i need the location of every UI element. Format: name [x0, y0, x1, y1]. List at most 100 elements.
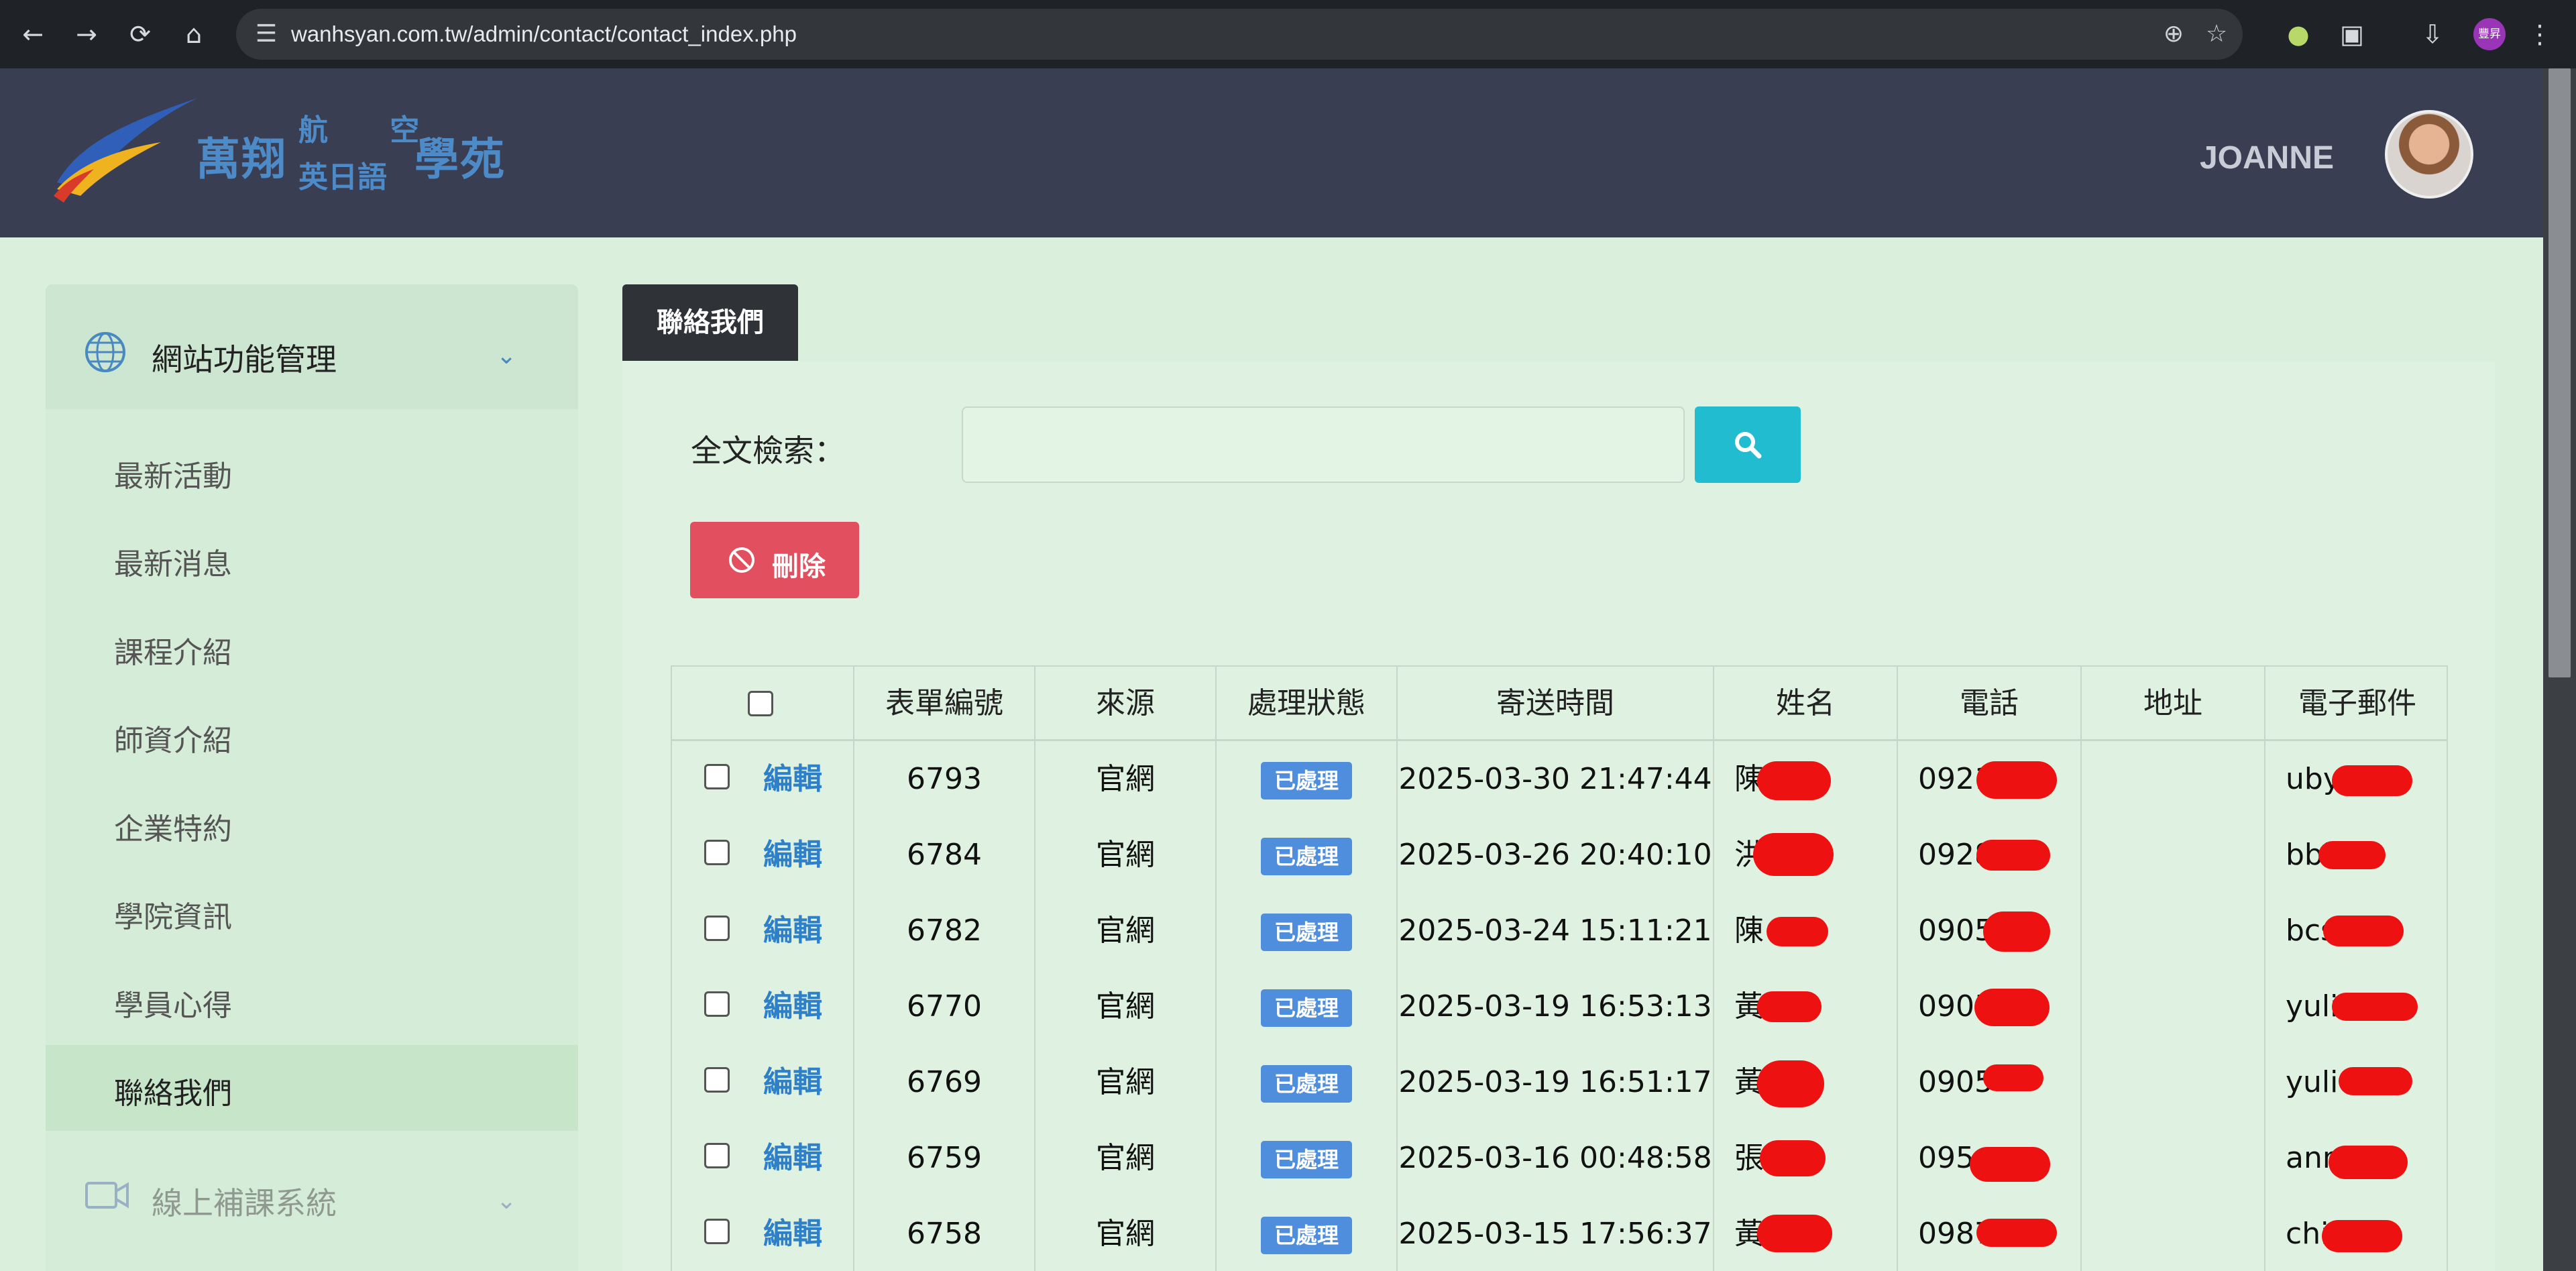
sidebar-item-testimonials[interactable]: 學員心得 [46, 957, 578, 1043]
sidebar: 網站功能管理 ⌄ 最新活動 最新消息 課程介紹 師資介紹 企業特約 學院資訊 學… [46, 284, 578, 1271]
table-row[interactable]: 編輯 6770 官網 已處理 2025-03-19 16:53:13 黃 090… [672, 969, 2447, 1044]
cell-time: 2025-03-24 15:11:21 [1398, 893, 1714, 969]
column-header[interactable]: 寄送時間 [1398, 667, 1714, 740]
zoom-icon[interactable]: ⊕ [2157, 17, 2190, 51]
cell-address [2082, 1120, 2265, 1196]
cell-address [2082, 817, 2265, 893]
download-icon[interactable]: ⇩ [2414, 16, 2451, 52]
extensions-puzzle-icon[interactable]: ▣ [2334, 16, 2370, 52]
cell-id: 6793 [854, 741, 1035, 817]
cell-address [2082, 969, 2265, 1044]
user-avatar[interactable] [2385, 110, 2473, 199]
user-name[interactable]: JOANNE [2200, 140, 2334, 176]
url-text[interactable]: wanhsyan.com.tw/admin/contact/contact_in… [291, 9, 797, 60]
table-row[interactable]: 編輯 6782 官網 已處理 2025-03-24 15:11:21 陳 090… [672, 893, 2447, 969]
table-row[interactable]: 編輯 6769 官網 已處理 2025-03-19 16:51:17 黃 090… [672, 1044, 2447, 1120]
cell-status: 已處理 [1217, 1044, 1398, 1120]
chevron-down-icon: ⌄ [496, 1187, 517, 1215]
forward-icon[interactable]: → [68, 16, 105, 52]
logo-text-main: 萬翔 [196, 134, 287, 184]
table-row[interactable]: 編輯 6759 官網 已處理 2025-03-16 00:48:58 張 095… [672, 1120, 2447, 1196]
edit-link[interactable]: 編輯 [763, 969, 822, 1044]
status-badge: 已處理 [1260, 838, 1352, 875]
sidebar-item-latest-news[interactable]: 最新消息 [46, 516, 578, 602]
globe-icon [85, 332, 125, 372]
video-camera-icon [85, 1182, 129, 1209]
sidebar-item-label: 課程介紹 [114, 636, 232, 670]
search-input[interactable] [962, 406, 1685, 483]
redaction-mark [2332, 765, 2412, 796]
row-checkbox[interactable] [704, 991, 730, 1017]
redaction-mark [2332, 993, 2418, 1021]
redaction-mark [1974, 989, 2050, 1026]
row-checkbox[interactable] [704, 916, 730, 941]
edit-link[interactable]: 編輯 [763, 893, 822, 969]
address-bar[interactable]: ☰ wanhsyan.com.tw/admin/contact/contact_… [236, 9, 2243, 60]
column-header[interactable]: 處理狀態 [1217, 667, 1398, 740]
sidebar-item-contact[interactable]: 聯絡我們 [46, 1045, 578, 1131]
page-scrollbar[interactable] [2543, 68, 2576, 1271]
tab-contact-us[interactable]: 聯絡我們 [622, 284, 798, 361]
row-checkbox[interactable] [704, 1219, 730, 1244]
cell-id: 6758 [854, 1196, 1035, 1271]
site-logo[interactable]: 萬翔 航 空 英日語 學苑 [54, 95, 523, 209]
redaction-mark [1757, 1215, 1832, 1252]
redaction-mark [1760, 1140, 1826, 1176]
cell-id: 6769 [854, 1044, 1035, 1120]
column-header[interactable]: 地址 [2082, 667, 2265, 740]
redaction-mark [1976, 1219, 2057, 1247]
column-header[interactable]: 電子郵件 [2265, 667, 2447, 740]
row-checkbox[interactable] [704, 840, 730, 865]
sidebar-item-academy-info[interactable]: 學院資訊 [46, 869, 578, 954]
sidebar-item-corporate[interactable]: 企業特約 [46, 781, 578, 867]
bookmark-star-icon[interactable]: ☆ [2200, 17, 2233, 51]
edit-link[interactable]: 編輯 [763, 1120, 822, 1196]
sidebar-item-latest-events[interactable]: 最新活動 [46, 428, 578, 514]
row-actions-cell: 編輯 [672, 969, 854, 1044]
browser-toolbar: ← → ⟳ ⌂ ☰ wanhsyan.com.tw/admin/contact/… [0, 0, 2576, 68]
sidebar-item-label: 企業特約 [114, 812, 232, 846]
edit-link[interactable]: 編輯 [763, 1044, 822, 1120]
menu-kebab-icon[interactable]: ⋮ [2522, 16, 2558, 52]
search-button[interactable] [1695, 406, 1801, 483]
row-checkbox[interactable] [704, 1067, 730, 1093]
sidebar-item-courses[interactable]: 課程介紹 [46, 604, 578, 690]
sidebar-item-label: 學員心得 [114, 989, 232, 1023]
site-settings-icon[interactable]: ☰ [249, 17, 283, 51]
redaction-mark [2323, 916, 2404, 946]
cell-time: 2025-03-30 21:47:44 [1398, 741, 1714, 817]
row-actions-cell: 編輯 [672, 1120, 854, 1196]
select-all-checkbox[interactable] [748, 691, 773, 716]
redaction-mark [2318, 841, 2386, 869]
row-checkbox[interactable] [704, 1143, 730, 1168]
row-actions-cell: 編輯 [672, 817, 854, 893]
delete-button[interactable]: 刪除 [690, 522, 859, 598]
cell-status: 已處理 [1217, 1120, 1398, 1196]
reload-icon[interactable]: ⟳ [122, 16, 158, 52]
redaction-mark [1753, 833, 1834, 876]
cell-status: 已處理 [1217, 969, 1398, 1044]
table-row[interactable]: 編輯 6784 官網 已處理 2025-03-26 20:40:10 洪 092… [672, 817, 2447, 893]
table-row[interactable]: 編輯 6793 官網 已處理 2025-03-30 21:47:44 陳 092… [672, 741, 2447, 817]
cell-source: 官網 [1035, 741, 1217, 817]
edit-link[interactable]: 編輯 [763, 817, 822, 893]
cell-source: 官網 [1035, 1120, 1217, 1196]
column-header[interactable]: 姓名 [1714, 667, 1898, 740]
extension-icon[interactable]: ● [2280, 16, 2316, 52]
cell-source: 官網 [1035, 969, 1217, 1044]
home-icon[interactable]: ⌂ [176, 16, 212, 52]
sidebar-group-online-makeup[interactable]: 線上補課系統 ⌄ [46, 1136, 578, 1261]
back-icon[interactable]: ← [15, 16, 51, 52]
scrollbar-thumb[interactable] [2549, 68, 2571, 677]
profile-avatar[interactable]: 豐昇 [2473, 18, 2506, 50]
sidebar-group-site-management[interactable]: 網站功能管理 ⌄ [46, 284, 578, 409]
sidebar-item-teachers[interactable]: 師資介紹 [46, 692, 578, 778]
edit-link[interactable]: 編輯 [763, 1196, 822, 1271]
column-header[interactable]: 電話 [1898, 667, 2082, 740]
column-header[interactable]: 表單編號 [854, 667, 1035, 740]
cell-status: 已處理 [1217, 817, 1398, 893]
row-checkbox[interactable] [704, 764, 730, 789]
table-row[interactable]: 編輯 6758 官網 已處理 2025-03-15 17:56:37 黃 098… [672, 1196, 2447, 1271]
edit-link[interactable]: 編輯 [763, 741, 822, 817]
column-header[interactable]: 來源 [1035, 667, 1217, 740]
